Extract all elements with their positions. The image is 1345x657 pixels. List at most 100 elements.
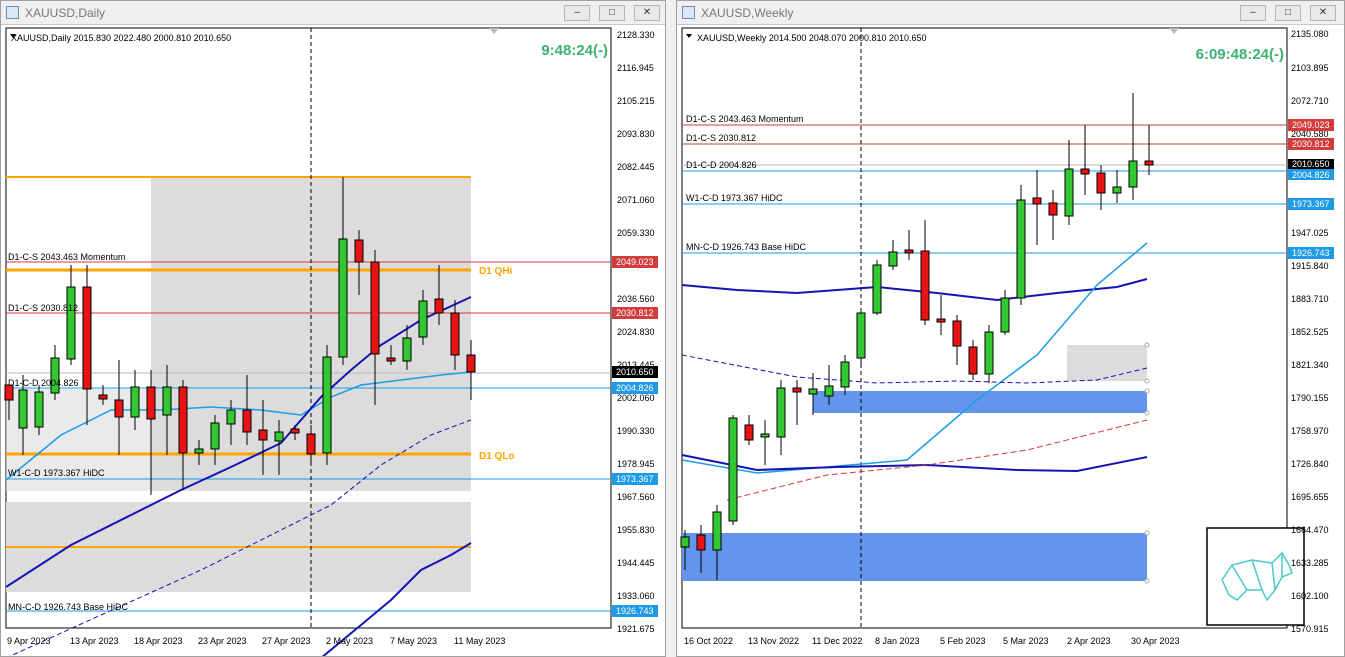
- window-title: XAUUSD,Weekly: [701, 6, 794, 20]
- window-titlebar[interactable]: XAUUSD,Weekly – □ ✕: [677, 1, 1344, 25]
- cd-price-tag-text: 2004.826: [1292, 170, 1330, 180]
- cs-price-tag-text: 2030.812: [616, 308, 654, 318]
- price-tick: 1726.840: [1291, 459, 1329, 469]
- chart-window-icon: [682, 6, 695, 19]
- cd-level-label: D1-C-D 2004.826: [8, 378, 79, 388]
- price-tick: 1978.945: [617, 459, 655, 469]
- price-tick: 2116.945: [617, 63, 654, 73]
- close-button[interactable]: ✕: [1310, 5, 1336, 21]
- date-tick: 9 Apr 2023: [7, 636, 51, 646]
- date-tick: 11 Dec 2022: [812, 636, 862, 646]
- weekly-grey-zone: [1067, 345, 1147, 381]
- current-price-tag-text: 2010.650: [1292, 159, 1330, 169]
- price-tick: 1947.025: [1291, 228, 1329, 238]
- candle-countdown: 9:48:24(-): [541, 42, 608, 59]
- date-tick: 13 Apr 2023: [70, 636, 119, 646]
- current-price-tag-text: 2010.650: [616, 367, 654, 377]
- price-tick: 1821.340: [1291, 360, 1329, 370]
- maximize-button[interactable]: □: [599, 5, 625, 21]
- price-tick: 1955.830: [617, 525, 655, 535]
- symbol-info: XAUUSD,Weekly 2014.500 2048.070 2000.810…: [697, 33, 927, 43]
- price-tick: 1944.445: [617, 558, 655, 568]
- momentum-price-tag-text: 2049.023: [1292, 120, 1330, 130]
- price-tick: 2135.080: [1291, 29, 1329, 39]
- date-tick: 5 Mar 2023: [1003, 636, 1049, 646]
- price-tick: 1852.525: [1291, 327, 1329, 337]
- date-tick: 2 Apr 2023: [1067, 636, 1111, 646]
- price-tick: 1570.915: [1291, 624, 1329, 634]
- date-tick: 5 Feb 2023: [940, 636, 986, 646]
- cs-price-tag-text: 2030.812: [1292, 139, 1330, 149]
- qhi-label: D1 QHi: [479, 266, 513, 277]
- date-tick: 11 May 2023: [454, 636, 505, 646]
- date-tick: 2 May 2023: [326, 636, 373, 646]
- price-tick: 1933.060: [617, 591, 655, 601]
- date-tick: 30 Apr 2023: [1131, 636, 1180, 646]
- cd-level-label: D1-C-D 2004.826: [686, 160, 757, 170]
- mn-price-tag-text: 1926.743: [616, 606, 654, 616]
- price-tick: 2059.330: [617, 228, 655, 238]
- momentum-level-label: D1-C-S 2043.463 Momentum: [8, 252, 126, 262]
- date-axis[interactable]: 16 Oct 2022 13 Nov 2022 11 Dec 2022 8 Ja…: [684, 636, 1180, 646]
- minimize-button[interactable]: –: [564, 5, 590, 21]
- price-tick: 2105.215: [617, 96, 655, 106]
- price-tick: 2082.445: [617, 162, 655, 172]
- cd-price-tag-text: 2004.826: [616, 383, 654, 393]
- weekly-chart-area[interactable]: XAUUSD,Weekly 2014.500 2048.070 2000.810…: [677, 25, 1344, 656]
- date-tick: 16 Oct 2022: [684, 636, 733, 646]
- price-tick: 1758.970: [1291, 426, 1329, 436]
- cs-level-label: D1-C-S 2030.812: [686, 133, 756, 143]
- price-tick: 2071.060: [617, 195, 655, 205]
- date-tick: 27 Apr 2023: [262, 636, 311, 646]
- date-tick: 7 May 2023: [390, 636, 437, 646]
- mn-level-label: MN-C-D 1926.743 Base HiDC: [686, 242, 807, 252]
- price-axis[interactable]: 2128.330 2116.945 2105.215 2093.830 2082…: [617, 30, 655, 634]
- weekly-blue-zone: [813, 391, 1147, 413]
- cs-level-label: D1-C-S 2030.812: [8, 303, 78, 313]
- w1-level-label: W1-C-D 1973.367 HiDC: [686, 193, 783, 203]
- price-tick: 1967.560: [617, 492, 655, 502]
- brand-logo-box: [1206, 527, 1305, 626]
- price-tick: 2002.060: [617, 393, 655, 403]
- date-tick: 18 Apr 2023: [134, 636, 183, 646]
- chart-window-icon: [6, 6, 19, 19]
- w1-price-tag-text: 1973.367: [1292, 199, 1330, 209]
- price-tick: 2072.710: [1291, 96, 1329, 106]
- price-tick: 1790.155: [1291, 393, 1329, 403]
- date-tick: 8 Jan 2023: [875, 636, 920, 646]
- price-tick: 2093.830: [617, 129, 655, 139]
- price-tick: 2103.895: [1291, 63, 1329, 73]
- price-tick: 1602.100: [1291, 591, 1329, 601]
- date-tick: 23 Apr 2023: [198, 636, 247, 646]
- price-tick: 1633.285: [1291, 558, 1329, 568]
- price-tick: 1664.470: [1291, 525, 1329, 535]
- daily-chart-area[interactable]: XAUUSD,Daily 2015.830 2022.480 2000.810 …: [1, 25, 665, 656]
- w1-level-label: W1-C-D 1973.367 HiDC: [8, 468, 105, 478]
- symbol-info: XAUUSD,Daily 2015.830 2022.480 2000.810 …: [11, 33, 231, 43]
- weekly-chart-svg[interactable]: XAUUSD,Weekly 2014.500 2048.070 2000.810…: [677, 25, 1344, 656]
- qlo-label: D1 QLo: [479, 451, 515, 462]
- window-title: XAUUSD,Daily: [25, 6, 106, 20]
- window-titlebar[interactable]: XAUUSD,Daily – □ ✕: [1, 1, 665, 25]
- maximize-button[interactable]: □: [1275, 5, 1301, 21]
- price-tick: 1990.330: [617, 426, 655, 436]
- weekly-lower-blue-zone: [682, 533, 1147, 581]
- minimize-button[interactable]: –: [1240, 5, 1266, 21]
- daily-chart-svg[interactable]: XAUUSD,Daily 2015.830 2022.480 2000.810 …: [1, 25, 665, 656]
- close-button[interactable]: ✕: [634, 5, 660, 21]
- price-tick: 2024.830: [617, 327, 655, 337]
- w1-price-tag-text: 1973.367: [616, 474, 654, 484]
- price-tick: 2128.330: [617, 30, 655, 40]
- price-tick: 1921.675: [617, 624, 655, 634]
- price-tick: 1883.710: [1291, 294, 1329, 304]
- candle-countdown: 6:09:48:24(-): [1196, 46, 1284, 63]
- momentum-level-label: D1-C-S 2043.463 Momentum: [686, 114, 804, 124]
- price-tick: 1915.840: [1291, 261, 1329, 271]
- price-tick: 2036.560: [617, 294, 655, 304]
- price-tick: 1695.655: [1291, 492, 1329, 502]
- daily-chart-window[interactable]: XAUUSD,Daily – □ ✕ XAUUSD,Daily 2015.830…: [0, 0, 666, 657]
- date-axis[interactable]: 9 Apr 2023 13 Apr 2023 18 Apr 2023 23 Ap…: [7, 636, 505, 646]
- momentum-price-tag-text: 2049.023: [616, 257, 654, 267]
- weekly-chart-window[interactable]: XAUUSD,Weekly – □ ✕ XAUUSD,Weekly 2014.5…: [676, 0, 1345, 657]
- mn-price-tag-text: 1926.743: [1292, 248, 1330, 258]
